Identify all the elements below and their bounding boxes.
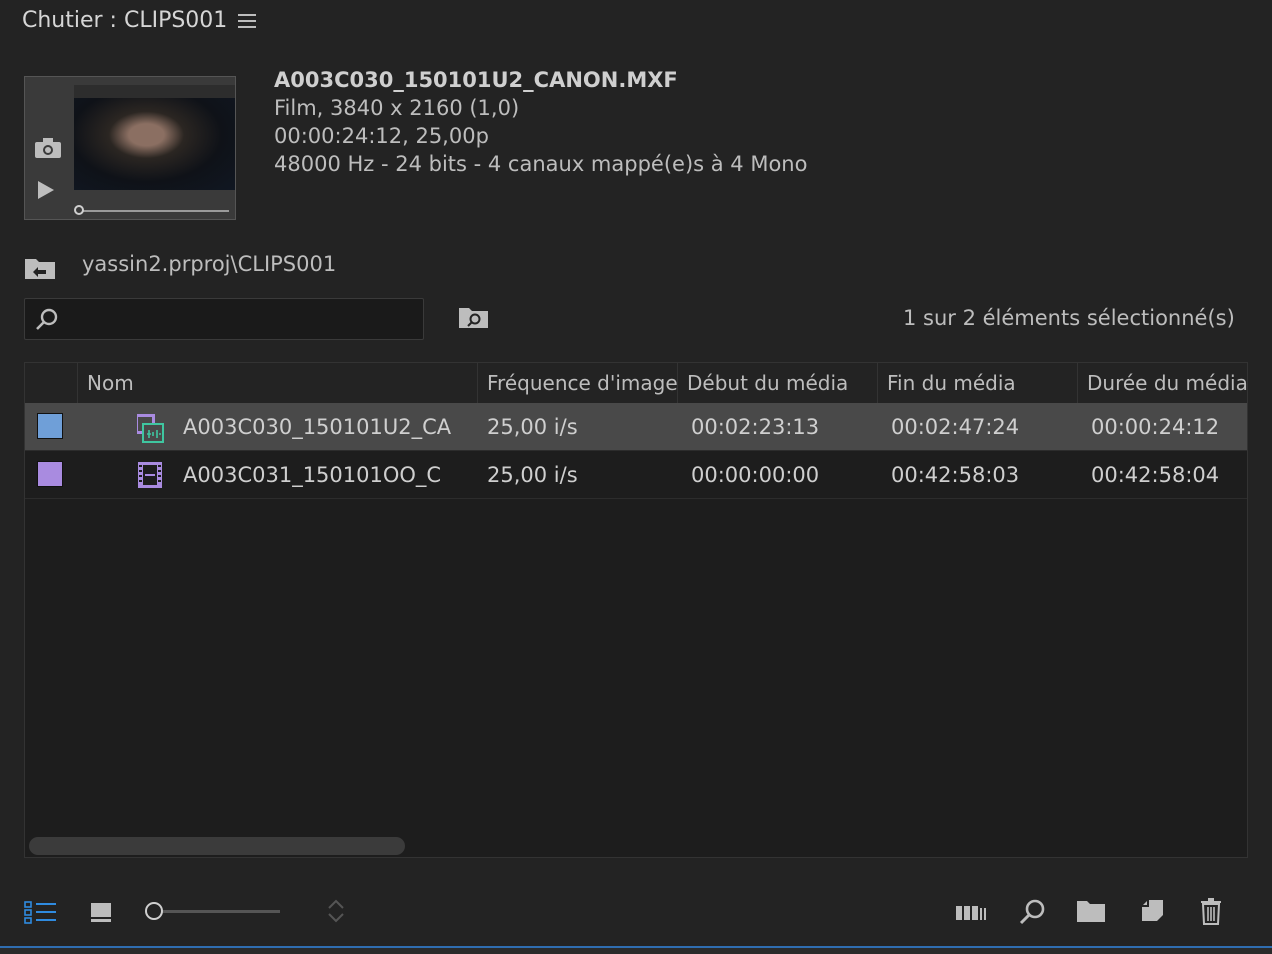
preview-scrub-bar[interactable] xyxy=(75,210,229,212)
sort-icon[interactable] xyxy=(326,898,346,928)
bin-path: yassin2.prproj\CLIPS001 xyxy=(82,252,337,276)
clip-metadata: A003C030_150101U2_CANON.MXF Film, 3840 x… xyxy=(274,66,807,178)
clip-media-duration: 00:00:24:12 xyxy=(1091,415,1220,439)
clip-frame-rate: 25,00 i/s xyxy=(487,415,578,439)
table-header: Nom Fréquence d'images Début du média Fi… xyxy=(25,363,1247,404)
clip-media-duration: 00:42:58:04 xyxy=(1091,463,1220,487)
table-row[interactable]: A003C031_150101OO_C 25,00 i/s 00:00:00:0… xyxy=(25,451,1247,499)
clip-preview xyxy=(24,76,236,220)
clip-name[interactable]: A003C031_150101OO_C xyxy=(183,451,471,499)
clip-media-end: 00:02:47:24 xyxy=(891,415,1020,439)
search-box[interactable] xyxy=(24,298,424,340)
clip-media-start: 00:02:23:13 xyxy=(691,415,820,439)
clip-frame-rate: 25,00 i/s xyxy=(487,463,578,487)
play-icon[interactable] xyxy=(38,181,54,199)
automate-to-sequence-icon[interactable] xyxy=(955,902,987,926)
column-header-name[interactable]: Nom xyxy=(77,363,477,403)
list-view-icon[interactable] xyxy=(24,900,58,928)
clip-audio-info: 48000 Hz - 24 bits - 4 canaux mappé(e)s … xyxy=(274,152,808,176)
panel-bottom-edge xyxy=(0,946,1272,954)
preview-thumbnail xyxy=(74,85,235,190)
selection-count: 1 sur 2 éléments sélectionné(s) xyxy=(903,306,1235,330)
preview-playhead[interactable] xyxy=(74,205,84,215)
label-color-swatch[interactable] xyxy=(37,413,63,439)
zoom-slider-track[interactable] xyxy=(160,910,280,913)
icon-view-icon[interactable] xyxy=(90,901,112,927)
clip-format: Film, 3840 x 2160 (1,0) xyxy=(274,96,520,120)
new-item-icon[interactable] xyxy=(1140,898,1166,928)
clip-duration-rate: 00:00:24:12, 25,00p xyxy=(274,124,489,148)
column-header-media-start[interactable]: Début du média xyxy=(677,363,877,403)
clip-name[interactable]: A003C030_150101U2_CA xyxy=(183,403,471,451)
video-clip-icon xyxy=(137,461,163,489)
clip-list-table: Nom Fréquence d'images Début du média Fi… xyxy=(24,362,1248,858)
horizontal-scrollbar[interactable] xyxy=(29,837,405,855)
search-icon xyxy=(35,308,59,336)
panel-title: Chutier : CLIPS001 xyxy=(22,8,228,33)
zoom-slider-handle[interactable] xyxy=(145,902,163,920)
find-in-bin-icon[interactable] xyxy=(458,305,490,333)
clip-file-name: A003C030_150101U2_CANON.MXF xyxy=(274,68,678,92)
panel-menu-icon[interactable] xyxy=(238,14,256,30)
label-color-swatch[interactable] xyxy=(37,461,63,487)
column-header-frame-rate[interactable]: Fréquence d'images xyxy=(477,363,677,403)
column-header-media-end[interactable]: Fin du média xyxy=(877,363,1077,403)
find-icon[interactable] xyxy=(1018,898,1046,930)
poster-frame-camera-icon[interactable] xyxy=(34,137,62,163)
search-input[interactable] xyxy=(67,305,411,335)
new-bin-icon[interactable] xyxy=(1076,899,1106,927)
table-row[interactable]: A003C030_150101U2_CA 25,00 i/s 00:02:23:… xyxy=(25,403,1247,451)
trash-icon[interactable] xyxy=(1200,897,1222,929)
clip-media-end: 00:42:58:03 xyxy=(891,463,1020,487)
parent-bin-icon[interactable] xyxy=(24,256,56,284)
video-audio-clip-icon xyxy=(133,412,165,444)
clip-media-start: 00:00:00:00 xyxy=(691,463,820,487)
column-header-media-duration[interactable]: Durée du média xyxy=(1077,363,1247,403)
